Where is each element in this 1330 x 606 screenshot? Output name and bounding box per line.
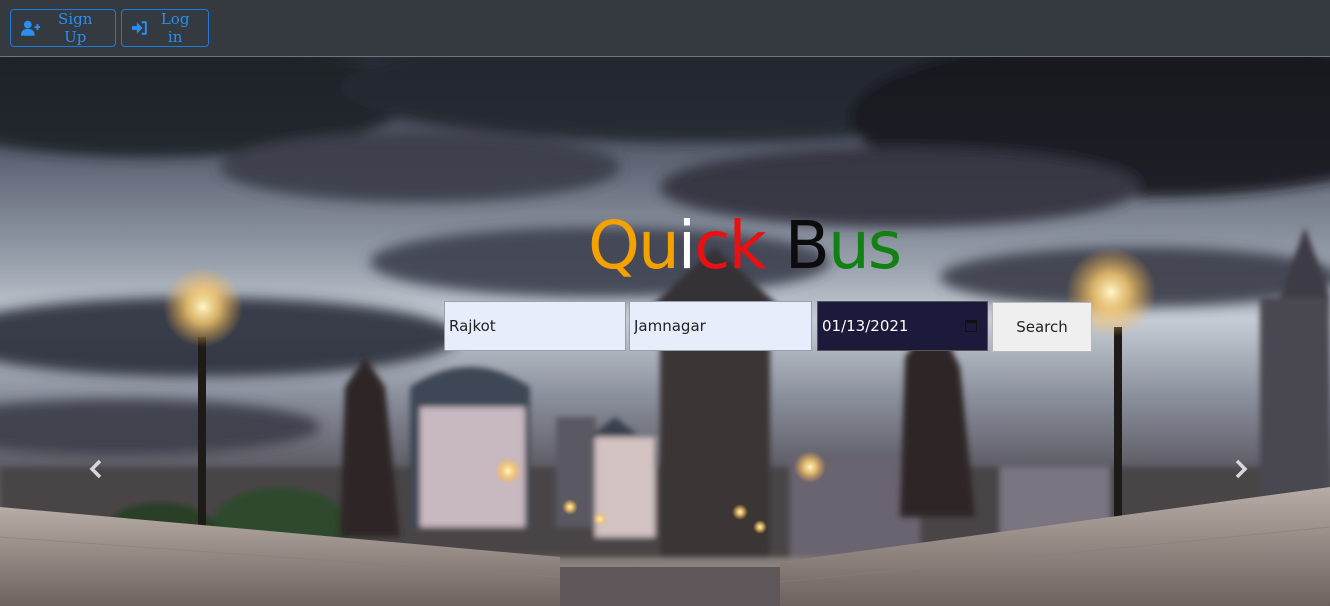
brand-letter: s bbox=[867, 207, 902, 284]
calendar-icon[interactable] bbox=[965, 320, 977, 332]
navbar: Sign Up Log in bbox=[0, 0, 1330, 57]
brand-logo: Quick Bus bbox=[588, 207, 902, 285]
date-value: 01/13/2021 bbox=[822, 317, 909, 335]
travel-date-input[interactable]: 01/13/2021 bbox=[817, 301, 988, 351]
chevron-left-icon bbox=[89, 459, 102, 479]
brand-letter: c bbox=[694, 207, 730, 284]
carousel-prev-button[interactable] bbox=[84, 455, 108, 483]
sign-in-icon bbox=[132, 21, 147, 35]
signup-label: Sign Up bbox=[58, 10, 93, 46]
brand-letter: u bbox=[637, 207, 680, 284]
user-plus-icon bbox=[21, 20, 41, 36]
brand-letter: k bbox=[728, 207, 766, 284]
login-button[interactable]: Log in bbox=[121, 9, 209, 47]
search-button[interactable]: Search bbox=[992, 302, 1092, 352]
brand-letter: u bbox=[827, 207, 870, 284]
chevron-right-icon bbox=[1235, 459, 1248, 479]
signup-button[interactable]: Sign Up bbox=[10, 9, 116, 47]
brand-letter: i bbox=[677, 207, 696, 284]
from-city-input[interactable] bbox=[444, 301, 626, 351]
carousel-next-button[interactable] bbox=[1229, 455, 1253, 483]
brand-letter: Q bbox=[588, 207, 640, 284]
brand-letter: B bbox=[784, 207, 830, 284]
to-city-input[interactable] bbox=[629, 301, 812, 351]
login-label: Log in bbox=[160, 10, 190, 46]
